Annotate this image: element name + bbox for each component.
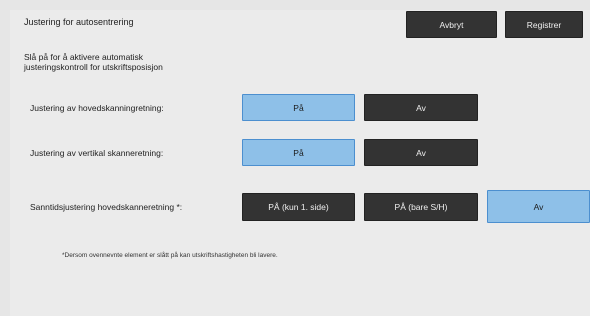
page-title: Justering for autosentrering — [24, 17, 134, 27]
vertical-scan-off-button[interactable]: Av — [364, 139, 478, 166]
setting-label-realtime-adjust: Sanntidsjustering hovedskanneretning *: — [30, 202, 183, 212]
cancel-button[interactable]: Avbryt — [406, 11, 497, 38]
realtime-on-bw-button[interactable]: PÅ (bare S/H) — [364, 193, 478, 221]
register-button[interactable]: Registrer — [505, 11, 583, 38]
setting-label-main-scan: Justering av hovedskanningretning: — [30, 103, 164, 113]
main-scan-on-button[interactable]: På — [242, 94, 355, 121]
vertical-scan-on-button[interactable]: På — [242, 139, 355, 166]
main-scan-off-button[interactable]: Av — [364, 94, 478, 121]
realtime-on-first-page-button[interactable]: PÅ (kun 1. side) — [242, 193, 355, 221]
footnote: *Dersom ovennevnte element er slått på k… — [62, 252, 278, 259]
setting-label-vertical-scan: Justering av vertikal skanneretning: — [30, 148, 164, 158]
realtime-off-button[interactable]: Av — [487, 190, 590, 223]
description-text: Slå på for å aktivere automatisk justeri… — [24, 52, 163, 72]
